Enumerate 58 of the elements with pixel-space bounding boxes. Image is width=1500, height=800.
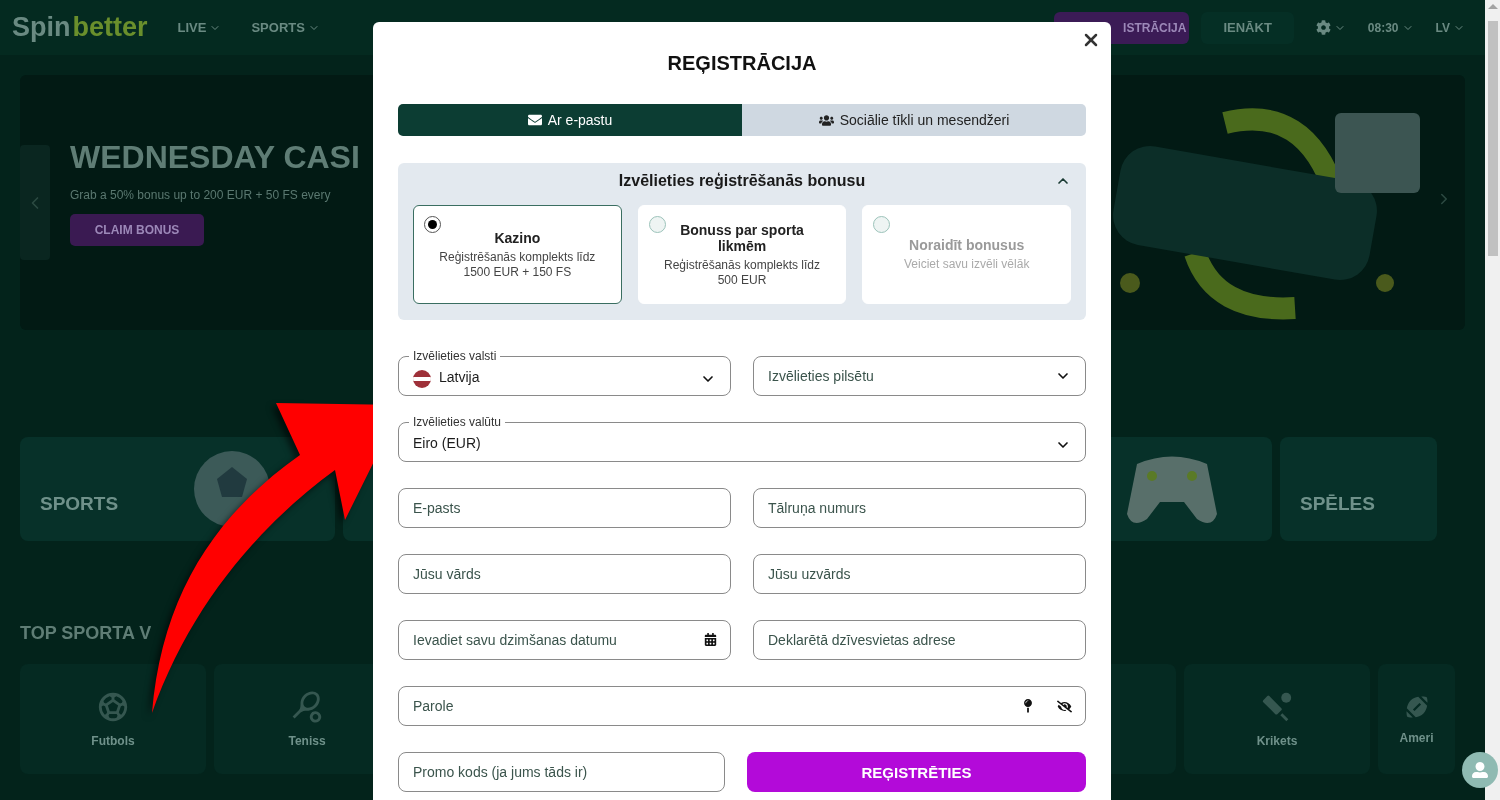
radio-button[interactable] [424,216,441,233]
sport-label: Krikets [1256,734,1298,748]
bonus-title: Izvēlieties reģistrēšanās bonusu [618,172,866,190]
users-icon [818,112,834,128]
sport-label: Futbols [91,734,135,748]
claim-bonus-button[interactable]: CLAIM BONUS [70,214,204,246]
option-title: Kazino [494,229,541,246]
option-description: Reģistrēšanās komplekts līdz 500 EUR [662,257,822,288]
radio-button[interactable] [648,216,666,233]
section-title: TOP SPORTA V [20,623,152,644]
input-field[interactable]: Deklarētā dzīvesvietas adrese [753,620,1086,660]
bonus-option[interactable]: Kazino Reģistrēšanās komplekts līdz 1500 EUR + 150 FS [413,205,622,304]
input-field[interactable]: Promo kods (ja jums tāds ir) [398,752,725,792]
time-selector[interactable]: 08:30 [1367,20,1399,35]
select-field[interactable]: Izvēlieties valsti Latvija [398,349,731,396]
sport-icon [290,690,324,724]
input-field[interactable]: Jūsu vārds [398,554,731,594]
banner-subtitle: Grab a 50% bonus up to 200 EUR + 50 FS every [70,188,332,202]
dialog-title: REĢISTRĀCIJA [666,51,818,76]
logo[interactable]: Spinbetter [12,12,148,43]
input-field[interactable]: Jūsu uzvārds [753,554,1086,594]
sport-label: Ameri [1399,731,1434,745]
register-button[interactable]: REĢISTRĒTIES [747,752,1086,792]
input-field[interactable]: E-pasts [398,488,731,528]
field-label: Izvēlieties valūtu [412,415,503,429]
pin-icon[interactable] [1021,699,1035,714]
category-label: SPORTS [40,493,119,515]
sport-tile[interactable]: Krikets [1184,664,1370,774]
sport-icon [1260,690,1294,724]
bonus-option[interactable]: Bonuss par sporta likmēm Reģistrēšanās komplekts līdz 500 EUR [637,205,847,304]
select-field[interactable]: Izvēlieties valūtu Eiro (EUR) [398,415,1086,462]
banner-title: WEDNESDAY CASI [70,139,360,176]
option-description: Veiciet savu izvēli vēlāk [904,257,1030,272]
eye-slash-icon[interactable] [1057,699,1072,714]
category-card[interactable]: SPĒLES [1280,437,1437,541]
envelope-icon [527,113,542,127]
login-button[interactable]: IENĀKT [1201,11,1294,44]
option-title: Noraidīt bonusus [909,237,1025,253]
sport-label: Teniss [288,734,326,748]
select-field[interactable]: Izvēlieties pilsētu [753,356,1086,396]
calendar-icon[interactable] [704,633,717,646]
tab[interactable]: Ar e-pastu [398,104,742,136]
settings-icon[interactable] [1315,20,1346,35]
input-field[interactable]: Tālruņa numurs [753,488,1086,528]
nav-item[interactable]: SPORTS [251,20,305,35]
sport-tile[interactable]: Futbols [20,664,206,774]
option-description: Reģistrēšanās komplekts līdz 1500 EUR + 150 FS [438,249,597,280]
date-field[interactable]: Ievadiet savu dzimšanas datumu [398,620,731,660]
sport-icon [96,690,130,724]
scrollbar[interactable] [1485,0,1500,800]
field-label: Izvēlieties valsti [412,349,498,363]
option-title: Bonuss par sporta likmēm [679,221,805,254]
category-label: SPĒLES [1300,493,1375,515]
nav-item[interactable]: LIVE [177,20,207,35]
language-selector[interactable]: LV [1435,20,1450,35]
sport-tile[interactable]: Ameri [1378,664,1455,774]
password-field[interactable]: Parole [398,686,1086,726]
tab[interactable]: Sociālie tīkli un mesendžeri [742,104,1086,136]
